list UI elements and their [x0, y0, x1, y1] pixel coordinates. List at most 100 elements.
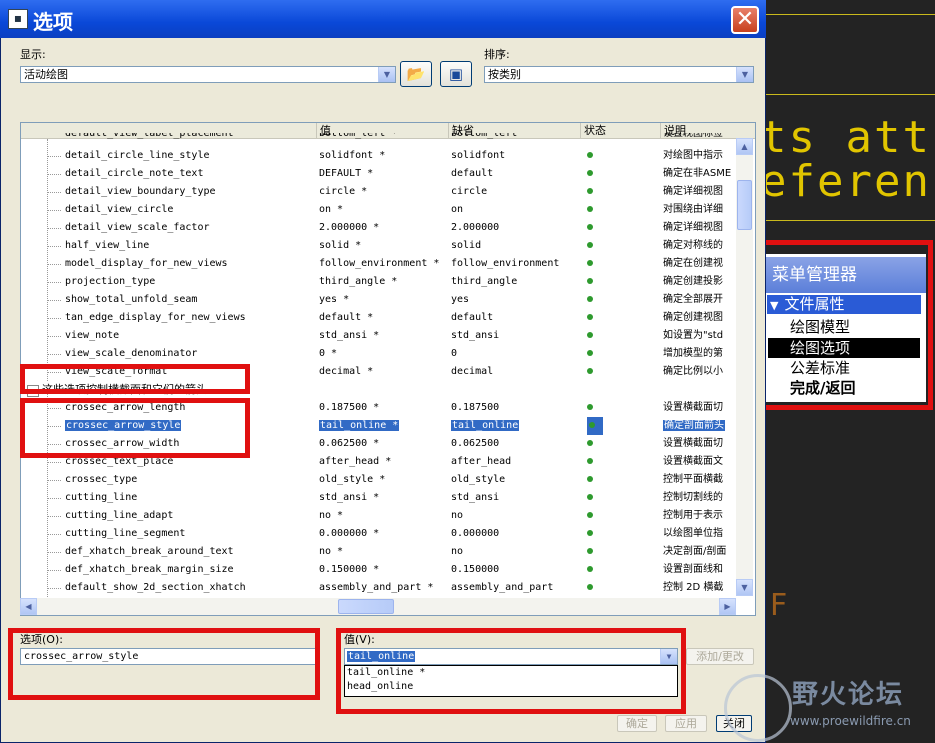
table-row[interactable]: view_note std_ansi * std_ansi 如设置为"std — [21, 327, 737, 345]
tree-branch — [47, 174, 61, 175]
scroll-down-icon[interactable]: ▼ — [736, 579, 753, 596]
table-row[interactable]: cutting_line std_ansi * std_ansi 控制切割线的 — [21, 489, 737, 507]
status-dot — [587, 309, 599, 327]
sort-label: 排序: — [484, 48, 510, 61]
highlight-box — [8, 628, 320, 700]
apply-button[interactable]: 应用 — [665, 715, 707, 732]
status-dot — [587, 507, 599, 525]
status-icon — [587, 296, 593, 302]
open-folder-button[interactable]: 📂 — [400, 61, 432, 87]
table-row[interactable]: projection_type third_angle * third_angle 确… — [21, 273, 737, 291]
option-default: tail_online — [451, 417, 579, 435]
highlight-box — [760, 240, 933, 410]
option-description: 对绘图中指示 — [663, 150, 723, 161]
status-icon — [587, 476, 593, 482]
option-default: solidfont — [451, 150, 506, 161]
title-bar[interactable] — [0, 0, 766, 38]
table-row[interactable]: detail_view_scale_factor 2.000000 * 2.0000… — [21, 219, 737, 237]
table-row[interactable]: detail_circle_note_text DEFAULT * default 确… — [21, 165, 737, 183]
status-icon — [587, 530, 593, 536]
scroll-right-icon[interactable]: ▶ — [719, 598, 736, 615]
app-icon: ▪ — [8, 9, 28, 29]
table-row[interactable]: model_display_for_new_views follow_enviro… — [21, 255, 737, 273]
sort-select[interactable]: 按类别 ▼ — [484, 66, 754, 83]
option-description: 以绘图单位指 — [663, 528, 723, 539]
display-label: 显示: — [20, 48, 46, 61]
watermark: 野火论坛 www.proewildfire.cn — [720, 668, 935, 743]
status-icon — [587, 332, 593, 338]
status-dot — [587, 255, 599, 273]
option-value: 0.062500 * — [319, 438, 380, 449]
scroll-thumb[interactable] — [338, 599, 394, 614]
save-config-button[interactable]: ▣ — [440, 61, 472, 87]
option-value: no * — [319, 546, 344, 557]
option-value: bottom_left * — [319, 133, 398, 139]
chevron-down-icon[interactable]: ▼ — [736, 67, 753, 82]
table-row[interactable]: def_xhatch_break_margin_size 0.150000 * 0.… — [21, 561, 737, 579]
option-default: std_ansi — [451, 330, 500, 341]
option-description: 对围绕由详细 — [663, 204, 723, 215]
option-name: default_show_2d_section_xhatch — [65, 582, 246, 593]
option-value: std_ansi * — [319, 330, 380, 341]
add-change-button[interactable]: 添加/更改 — [686, 648, 754, 665]
status-dot — [587, 435, 599, 453]
option-name: cutting_line_segment — [65, 528, 186, 539]
chevron-down-icon[interactable]: ▼ — [378, 67, 395, 82]
option-value: 0 * — [319, 348, 338, 359]
option-default: solid — [451, 240, 482, 251]
option-default: std_ansi — [451, 492, 500, 503]
scroll-thumb[interactable] — [737, 180, 752, 230]
status-icon — [587, 188, 593, 194]
horizontal-scrollbar[interactable]: ◀ ▶ — [20, 598, 736, 615]
table-row[interactable]: detail_view_circle on * on 对围绕由详细 — [21, 201, 737, 219]
close-icon[interactable]: ✕ — [731, 6, 759, 34]
status-dot — [587, 165, 599, 183]
table-row[interactable]: detail_view_boundary_type circle * circle 确… — [21, 183, 737, 201]
option-description: 设置剖面线和 — [663, 564, 723, 575]
table-row[interactable]: cutting_line_segment 0.000000 * 0.000000 以绘… — [21, 525, 737, 543]
watermark-logo — [724, 674, 792, 742]
table-row[interactable]: crossec_type old_style * old_style 控制平面横截 — [21, 471, 737, 489]
scroll-left-icon[interactable]: ◀ — [20, 598, 37, 615]
watermark-title: 野火论坛 — [792, 680, 905, 710]
status-dot — [587, 147, 599, 165]
status-dot — [587, 525, 599, 543]
vertical-scrollbar[interactable]: ▲ ▼ — [736, 138, 753, 596]
table-row[interactable]: tan_edge_display_for_new_views default * d… — [21, 309, 737, 327]
option-description: 确定剖面箭头 — [663, 417, 739, 435]
tree-branch — [47, 534, 61, 535]
option-description: 设置横截面切 — [663, 402, 723, 413]
status-icon — [589, 422, 595, 428]
option-description: 确定在创建视 — [663, 258, 723, 269]
status-icon — [587, 278, 593, 284]
option-default: default — [451, 168, 494, 179]
table-row[interactable]: default_show_2d_section_xhatch assembly_a… — [21, 579, 737, 597]
table-row[interactable]: def_xhatch_break_around_text no * no 决定剖面/剖… — [21, 543, 737, 561]
table-row[interactable]: show_total_unfold_seam yes * yes 确定全部展开 — [21, 291, 737, 309]
scroll-up-icon[interactable]: ▲ — [736, 138, 753, 155]
table-row[interactable]: default_view_label_placement bottom_left… — [21, 133, 737, 143]
status-dot — [587, 489, 599, 507]
option-name: def_xhatch_break_around_text — [65, 546, 234, 557]
display-select[interactable]: 活动绘图 ▼ — [20, 66, 396, 83]
status-dot — [587, 363, 599, 381]
table-row[interactable]: view_scale_denominator 0 * 0 增加模型的第 — [21, 345, 737, 363]
table-row[interactable]: half_view_line solid * solid 确定对称线的 — [21, 237, 737, 255]
option-description: 确定在非ASME — [663, 168, 732, 179]
option-value: assembly_and_part * — [319, 582, 434, 593]
table-row[interactable]: cutting_line_adapt no * no 控制用于表示 — [21, 507, 737, 525]
cad-text-2: eferen — [760, 156, 931, 207]
ok-button[interactable]: 确定 — [617, 715, 657, 732]
watermark-url: www.proewildfire.cn — [790, 714, 911, 728]
option-name: half_view_line — [65, 240, 150, 251]
tree-branch — [47, 300, 61, 301]
tree-branch — [47, 264, 61, 265]
status-icon — [587, 206, 593, 212]
option-default: 0.062500 — [451, 438, 500, 449]
option-name: detail_circle_note_text — [65, 168, 204, 179]
table-row[interactable]: detail_circle_line_style solidfont * solid… — [21, 147, 737, 165]
option-default: follow_environment — [451, 258, 560, 269]
option-default: 2.000000 — [451, 222, 500, 233]
option-name: cutting_line — [65, 492, 138, 503]
tree-branch — [47, 210, 61, 211]
